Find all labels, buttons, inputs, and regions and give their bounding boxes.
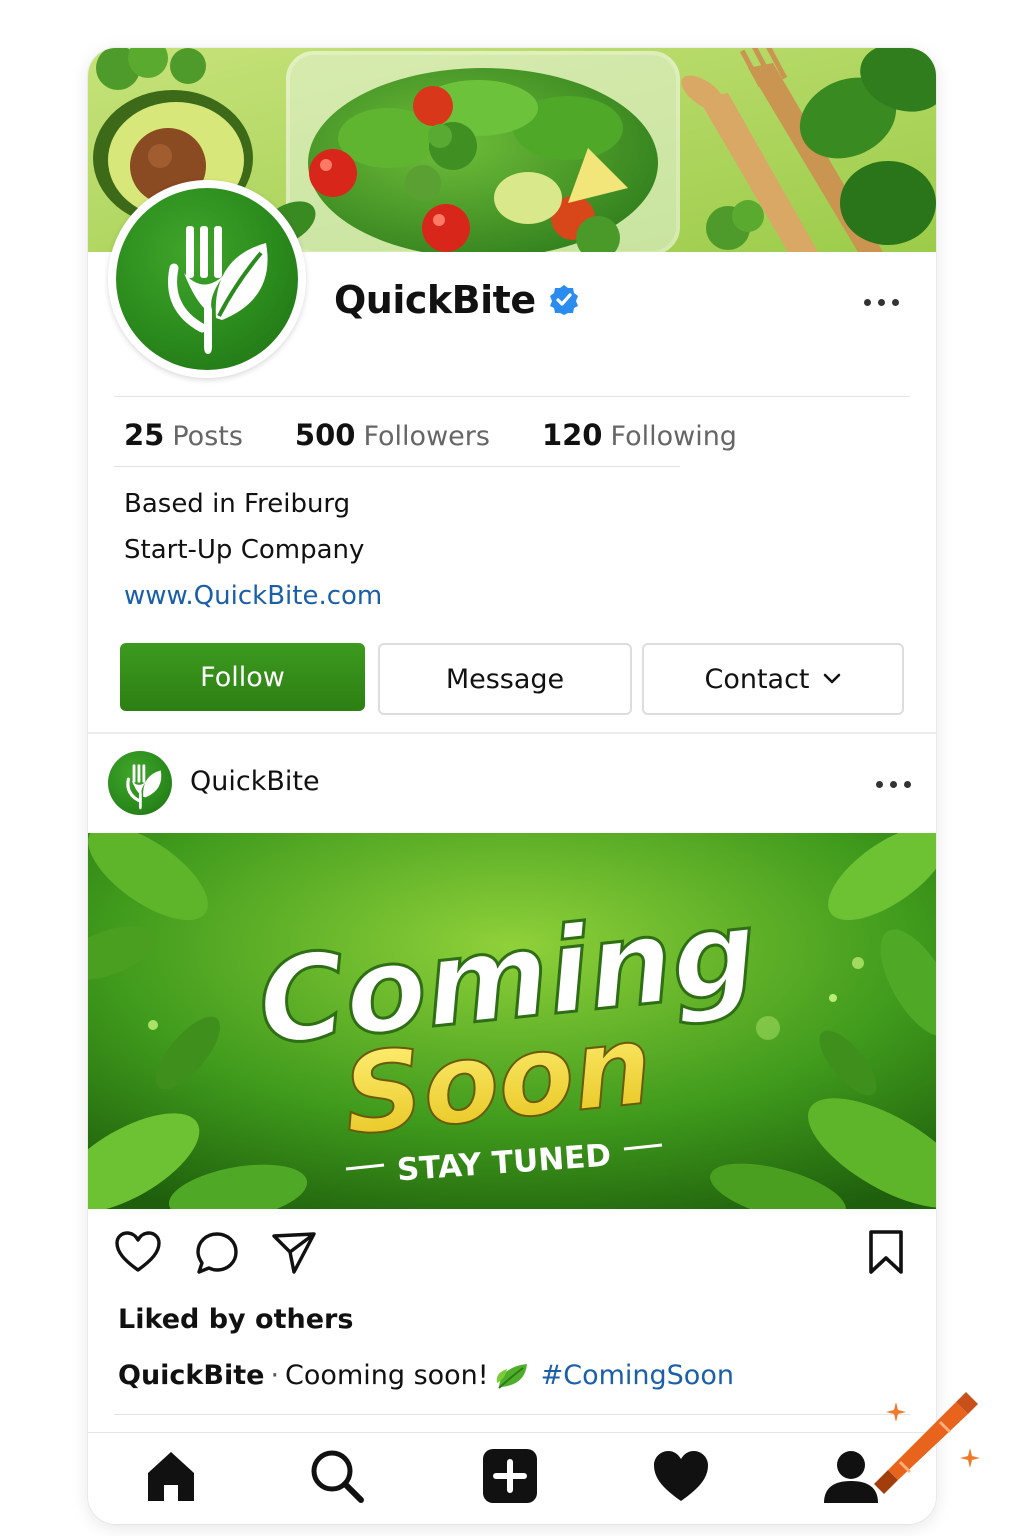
profile-avatar[interactable] — [108, 180, 306, 378]
divider — [114, 1414, 910, 1415]
follow-button[interactable]: Follow — [120, 643, 365, 711]
brand-logo — [116, 188, 298, 370]
add-post-icon[interactable] — [481, 1447, 539, 1505]
search-icon[interactable] — [308, 1447, 366, 1505]
stat-followers-label: Followers — [363, 421, 490, 452]
post-image[interactable]: Coming Soon STAY TUNED — [88, 833, 936, 1209]
leaf-emoji-icon — [496, 1363, 527, 1389]
caption-username[interactable]: QuickBite — [118, 1360, 264, 1391]
caption-separator: · — [270, 1360, 280, 1391]
contact-button-label: Contact — [704, 663, 810, 695]
post-more-icon[interactable] — [876, 781, 911, 788]
stat-following-label: Following — [610, 421, 737, 452]
caption-hashtag[interactable]: #ComingSoon — [541, 1360, 734, 1391]
profile-more-icon[interactable] — [864, 299, 899, 306]
stat-followers-value: 500 — [294, 418, 356, 452]
divider — [114, 466, 680, 467]
bottom-nav — [88, 1432, 936, 1524]
bio-location: Based in Freiburg — [124, 489, 351, 519]
stat-following-value: 120 — [541, 418, 603, 452]
profile-stats: 25 Posts 500 Followers 120 Following — [124, 418, 737, 452]
post-caption: QuickBite · Cooming soon! #ComingSoon — [118, 1360, 734, 1391]
crayon-watermark-icon — [874, 1392, 980, 1494]
divider — [114, 396, 910, 397]
verified-badge-icon — [549, 285, 578, 315]
profile-name: QuickBite — [334, 278, 580, 322]
message-button[interactable]: Message — [378, 643, 632, 715]
comment-icon[interactable] — [194, 1230, 240, 1276]
post-avatar[interactable] — [108, 751, 172, 815]
post-username[interactable]: QuickBite — [190, 766, 320, 797]
likes-text[interactable]: Liked by others — [118, 1304, 353, 1335]
stat-posts-label: Posts — [172, 421, 243, 452]
bio-description: Start-Up Company — [124, 535, 365, 565]
stat-posts[interactable]: 25 Posts — [124, 418, 243, 452]
bookmark-icon[interactable] — [866, 1228, 906, 1276]
stat-following[interactable]: 120 Following — [542, 418, 737, 452]
bio-website-link[interactable]: www.QuickBite.com — [124, 581, 382, 611]
profile-screen: QuickBite 25 Posts 500 Followers 120 Follow… — [88, 48, 936, 1524]
heart-outline-icon[interactable] — [114, 1230, 162, 1274]
heart-filled-icon[interactable] — [652, 1447, 710, 1505]
caption-text: Cooming soon! — [285, 1360, 489, 1391]
chevron-down-icon — [823, 673, 840, 684]
contact-button[interactable]: Contact — [642, 643, 904, 715]
section-divider — [88, 732, 936, 734]
profile-name-text: QuickBite — [334, 278, 536, 322]
stat-posts-value: 25 — [124, 418, 165, 452]
stat-followers[interactable]: 500 Followers — [295, 418, 490, 452]
home-icon[interactable] — [142, 1447, 200, 1505]
send-icon[interactable] — [270, 1230, 318, 1276]
